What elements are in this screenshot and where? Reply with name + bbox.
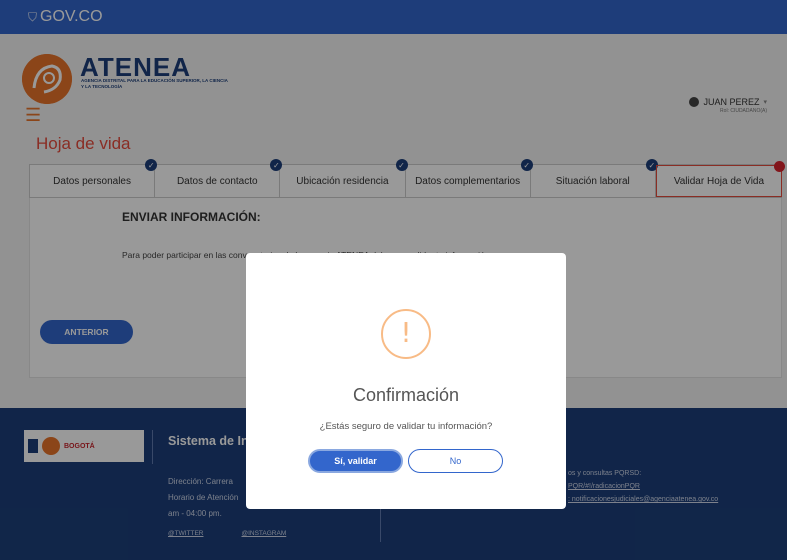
dialog-title: Confirmación (352, 385, 460, 405)
cancel-button[interactable]: No (408, 449, 503, 473)
confirmation-dialog: ! Confirmación ¿Estás seguro de validar … (246, 253, 566, 509)
dialog-text: ¿Estás seguro de validar tu información? (319, 421, 493, 432)
warning-exclamation-icon: ! (381, 309, 431, 359)
confirm-validate-button[interactable]: Sí, validar (308, 449, 403, 473)
